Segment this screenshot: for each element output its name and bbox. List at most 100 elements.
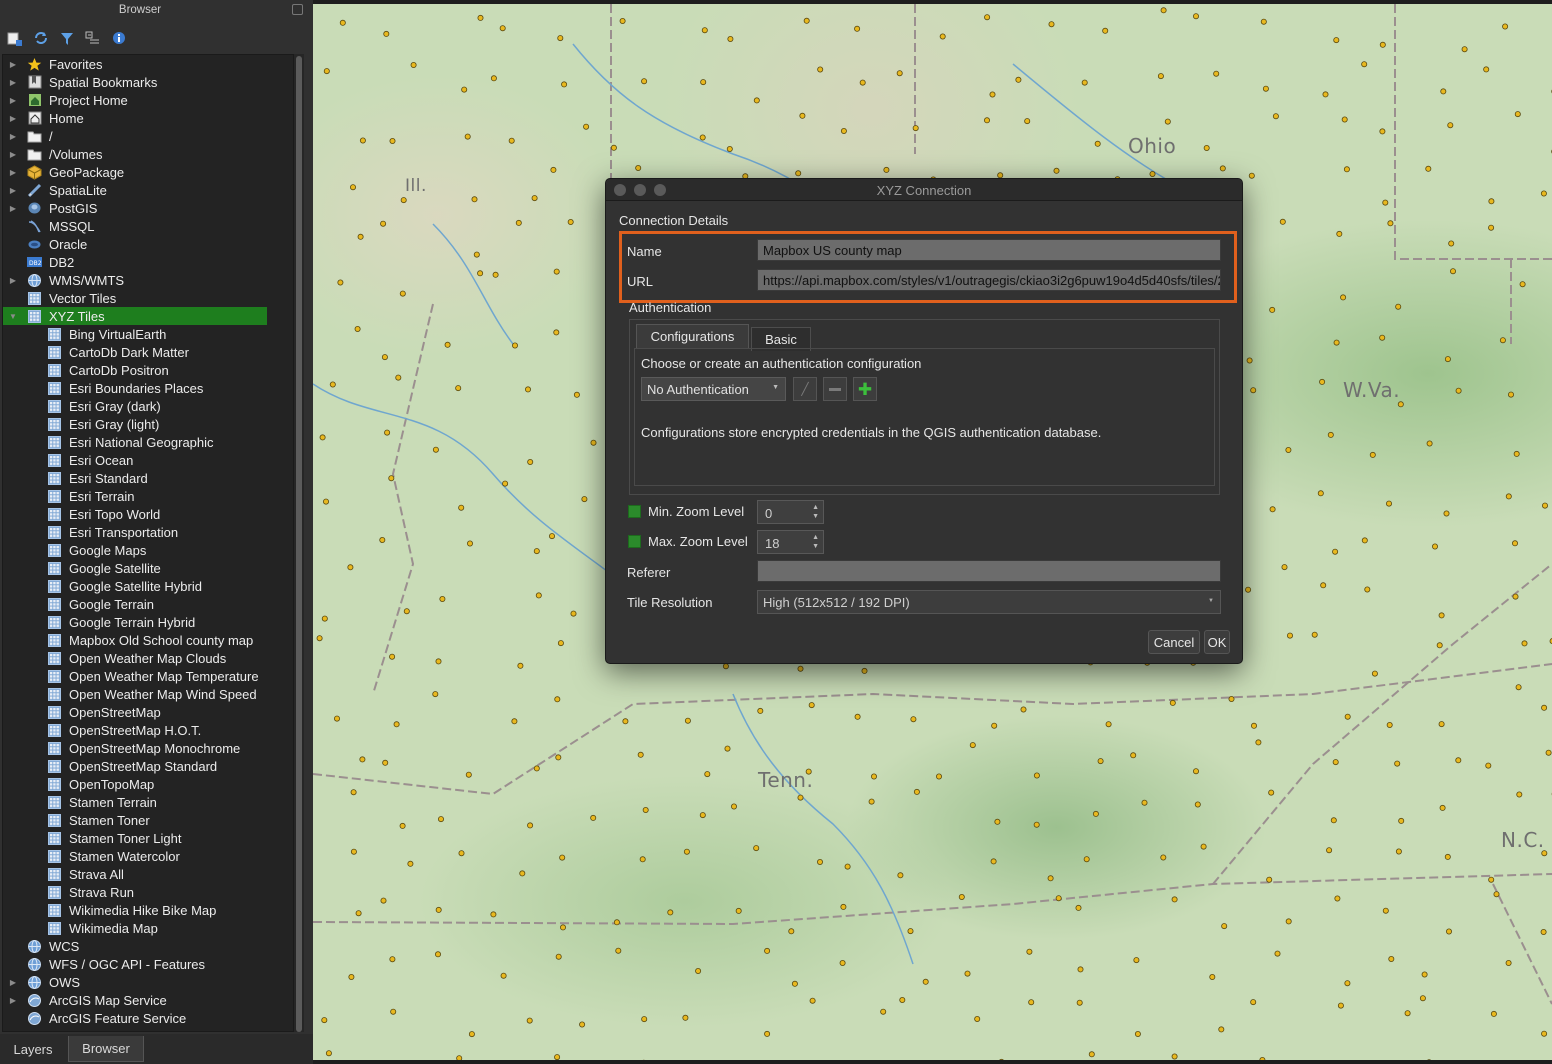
min-zoom-checkbox[interactable]: [628, 505, 641, 518]
expand-right-icon[interactable]: ▶: [7, 978, 19, 987]
tree-item-esri-terrain[interactable]: Esri Terrain: [3, 487, 135, 505]
county-seat-marker: [473, 251, 480, 258]
tree-item-google-satellite[interactable]: Google Satellite: [3, 559, 161, 577]
tree-item-xyz-tiles[interactable]: ▼ XYZ Tiles: [3, 307, 267, 325]
tree-item-cartodb-positron[interactable]: CartoDb Positron: [3, 361, 169, 379]
expand-right-icon[interactable]: ▶: [7, 168, 19, 177]
river: [1012, 63, 1194, 195]
tree-item-opentopomap[interactable]: OpenTopoMap: [3, 775, 154, 793]
tree-item-spatialite[interactable]: ▶ SpatiaLite: [3, 181, 107, 199]
tree-item-google-satellite-hybrid[interactable]: Google Satellite Hybrid: [3, 577, 202, 595]
tab-configurations[interactable]: Configurations: [636, 324, 749, 348]
tree-item-esri-national-geographic[interactable]: Esri National Geographic: [3, 433, 214, 451]
tree-item-esri-topo-world[interactable]: Esri Topo World: [3, 505, 160, 523]
expand-right-icon[interactable]: ▶: [7, 78, 19, 87]
expand-right-icon[interactable]: ▶: [7, 186, 19, 195]
expand-right-icon[interactable]: ▶: [7, 204, 19, 213]
remove-config-button[interactable]: [823, 377, 847, 401]
tile-resolution-select[interactable]: High (512x512 / 192 DPI) ▼: [757, 590, 1221, 614]
expand-right-icon[interactable]: ▶: [7, 114, 19, 123]
tree-item-strava-all[interactable]: Strava All: [3, 865, 124, 883]
tree-item-wikimedia-map[interactable]: Wikimedia Map: [3, 919, 158, 937]
edit-config-button[interactable]: ╱: [793, 377, 817, 401]
tree-item-home[interactable]: ▶ Home: [3, 109, 84, 127]
tab-layers[interactable]: Layers: [0, 1036, 66, 1062]
tree-item-oracle[interactable]: Oracle: [3, 235, 87, 253]
tree-item-db2[interactable]: DB2 DB2: [3, 253, 74, 271]
expand-right-icon[interactable]: ▶: [7, 132, 19, 141]
scrollbar-thumb[interactable]: [296, 56, 302, 1032]
county-seat-marker: [1461, 46, 1468, 53]
tree-item-openstreetmap[interactable]: OpenStreetMap: [3, 703, 161, 721]
tree-item-postgis[interactable]: ▶ PostGIS: [3, 199, 98, 217]
tree-item-stamen-watercolor[interactable]: Stamen Watercolor: [3, 847, 180, 865]
tree-item-arcgis-map-service[interactable]: ▶ ArcGIS Map Service: [3, 991, 167, 1009]
cancel-button[interactable]: Cancel: [1148, 630, 1200, 654]
url-field[interactable]: https://api.mapbox.com/styles/v1/outrage…: [757, 269, 1221, 291]
tree-item-openstreetmap-monochrome[interactable]: OpenStreetMap Monochrome: [3, 739, 240, 757]
spin-arrows-icon[interactable]: ▲ ▼: [812, 533, 819, 551]
expand-down-icon[interactable]: ▼: [7, 312, 19, 321]
min-zoom-spinbox[interactable]: 0 ▲ ▼: [757, 500, 824, 524]
tree-item-favorites[interactable]: ▶ Favorites: [3, 55, 103, 73]
tree-item-wcs[interactable]: WCS: [3, 937, 79, 955]
filter-icon[interactable]: [58, 30, 75, 47]
expand-right-icon[interactable]: ▶: [7, 60, 19, 69]
tree-item-stamen-toner-light[interactable]: Stamen Toner Light: [3, 829, 182, 847]
tree-item-wms-wmts[interactable]: ▶ WMS/WMTS: [3, 271, 124, 289]
tree-item-esri-standard[interactable]: Esri Standard: [3, 469, 148, 487]
tree-item-stamen-toner[interactable]: Stamen Toner: [3, 811, 150, 829]
expand-right-icon[interactable]: ▶: [7, 96, 19, 105]
tree-item-spatial-bookmarks[interactable]: ▶ Spatial Bookmarks: [3, 73, 157, 91]
tree-item-open-weather-map-clouds[interactable]: Open Weather Map Clouds: [3, 649, 226, 667]
tree-item-[interactable]: ▶ /: [3, 127, 53, 145]
tree-item-arcgis-feature-service[interactable]: ArcGIS Feature Service: [3, 1009, 186, 1027]
tree-item-mssql[interactable]: MSSQL: [3, 217, 95, 235]
referer-field[interactable]: [757, 560, 1221, 582]
tree-item-esri-gray-dark[interactable]: Esri Gray (dark): [3, 397, 161, 415]
tree-item-esri-transportation[interactable]: Esri Transportation: [3, 523, 178, 541]
ok-button[interactable]: OK: [1204, 630, 1230, 654]
tab-browser[interactable]: Browser: [68, 1036, 144, 1062]
add-layer-icon[interactable]: [6, 30, 23, 47]
tree-item-openstreetmap-standard[interactable]: OpenStreetMap Standard: [3, 757, 217, 775]
max-zoom-checkbox[interactable]: [628, 535, 641, 548]
tree-item-esri-boundaries-places[interactable]: Esri Boundaries Places: [3, 379, 203, 397]
tree-item-volumes[interactable]: ▶ /Volumes: [3, 145, 103, 163]
tree-item-google-terrain[interactable]: Google Terrain: [3, 595, 154, 613]
tree-item-vector-tiles[interactable]: Vector Tiles: [3, 289, 116, 307]
auth-config-select[interactable]: No Authentication ▼: [641, 377, 786, 401]
name-field[interactable]: Mapbox US county map: [757, 239, 1221, 261]
collapse-all-icon[interactable]: [84, 30, 101, 47]
county-seat-marker: [1499, 337, 1506, 344]
tree-item-stamen-terrain[interactable]: Stamen Terrain: [3, 793, 157, 811]
tree-item-project-home[interactable]: ▶ Project Home: [3, 91, 128, 109]
tree-item-open-weather-map-temperature[interactable]: Open Weather Map Temperature: [3, 667, 259, 685]
tree-item-bing-virtualearth[interactable]: Bing VirtualEarth: [3, 325, 166, 343]
county-seat-marker: [1448, 240, 1455, 247]
tree-item-wikimedia-hike-bike-map[interactable]: Wikimedia Hike Bike Map: [3, 901, 216, 919]
tree-item-ows[interactable]: ▶ OWS: [3, 973, 80, 991]
county-seat-marker: [897, 872, 904, 879]
dialog-titlebar[interactable]: XYZ Connection: [606, 179, 1242, 201]
add-config-button[interactable]: ✚: [853, 377, 877, 401]
expand-right-icon[interactable]: ▶: [7, 150, 19, 159]
tree-item-esri-ocean[interactable]: Esri Ocean: [3, 451, 133, 469]
tree-item-openstreetmap-h-o-t[interactable]: OpenStreetMap H.O.T.: [3, 721, 201, 739]
expand-right-icon[interactable]: ▶: [7, 276, 19, 285]
tree-item-google-maps[interactable]: Google Maps: [3, 541, 146, 559]
max-zoom-spinbox[interactable]: 18 ▲ ▼: [757, 530, 824, 554]
tree-item-cartodb-dark-matter[interactable]: CartoDb Dark Matter: [3, 343, 189, 361]
tree-item-open-weather-map-wind-speed[interactable]: Open Weather Map Wind Speed: [3, 685, 257, 703]
refresh-icon[interactable]: [32, 30, 49, 47]
expand-right-icon[interactable]: ▶: [7, 996, 19, 1005]
tree-item-esri-gray-light[interactable]: Esri Gray (light): [3, 415, 159, 433]
info-icon[interactable]: [110, 30, 127, 47]
tree-item-strava-run[interactable]: Strava Run: [3, 883, 134, 901]
tree-item-google-terrain-hybrid[interactable]: Google Terrain Hybrid: [3, 613, 195, 631]
tree-item-mapbox-old-school-county-map[interactable]: Mapbox Old School county map: [3, 631, 253, 649]
tree-item-geopackage[interactable]: ▶ GeoPackage: [3, 163, 124, 181]
panel-undock-icon[interactable]: [292, 4, 303, 15]
tree-item-wfs-ogc-api-features[interactable]: WFS / OGC API - Features: [3, 955, 205, 973]
spin-arrows-icon[interactable]: ▲ ▼: [812, 503, 819, 521]
